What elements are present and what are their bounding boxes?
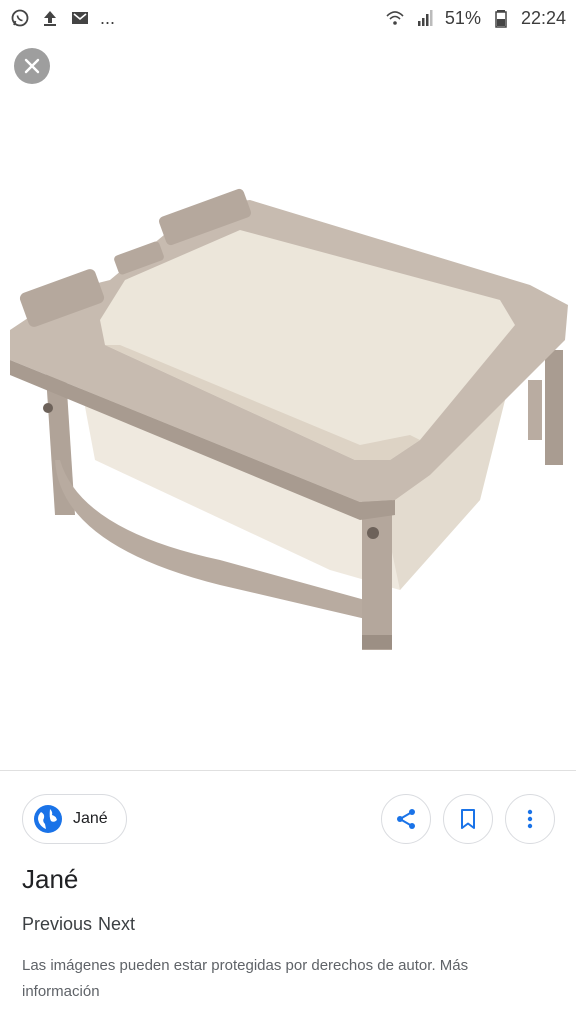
battery-percent: 51% [444, 7, 481, 28]
battery-icon [491, 8, 511, 28]
upload-icon [40, 8, 60, 28]
globe-icon [34, 805, 62, 833]
previous-link[interactable]: Previous [22, 914, 92, 935]
page-title: Jané [22, 864, 79, 894]
bathtub-illustration [10, 188, 568, 650]
clock: 22:24 [520, 7, 566, 28]
bathtub-image[interactable] [0, 130, 576, 690]
source-label: Jané [73, 810, 108, 827]
whatsapp-icon [10, 8, 30, 28]
source-chip[interactable]: Jané [22, 794, 127, 844]
wifi-icon [385, 8, 405, 28]
gmail-icon [70, 8, 90, 28]
status-left: ... [10, 8, 115, 29]
save-button[interactable] [443, 794, 493, 844]
share-icon [397, 809, 415, 829]
signal-icon [415, 8, 435, 28]
more-vert-icon [527, 809, 533, 829]
bookmark-icon [461, 809, 475, 829]
divider [0, 770, 576, 771]
close-icon [24, 58, 40, 74]
next-link[interactable]: Next [98, 914, 135, 935]
share-button[interactable] [381, 794, 431, 844]
copyright-notice: Las imágenes pueden estar protegidas por… [22, 953, 542, 1005]
more-options-button[interactable] [505, 794, 555, 844]
overflow-dots: ... [100, 7, 116, 28]
status-right: 51% 22:24 [385, 8, 566, 29]
copyright-text: Las imágenes pueden estar protegidas por… [22, 957, 440, 974]
close-button[interactable] [14, 48, 50, 84]
status-bar: ... 51% 22:24 [0, 0, 576, 36]
nav-links: Previous Next [22, 914, 135, 935]
